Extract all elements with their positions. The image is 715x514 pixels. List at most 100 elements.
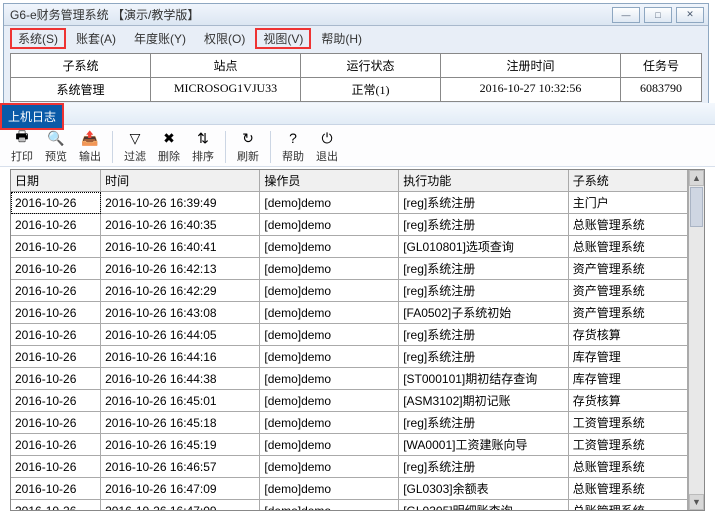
cell-func[interactable]: [reg]系统注册 bbox=[399, 280, 569, 302]
table-row[interactable]: 2016-10-262016-10-26 16:47:09[demo]demo[… bbox=[11, 478, 688, 500]
cell-func[interactable]: [reg]系统注册 bbox=[399, 456, 569, 478]
cell-date[interactable]: 2016-10-26 bbox=[11, 412, 101, 434]
cell-op[interactable]: [demo]demo bbox=[260, 280, 399, 302]
cell-sub[interactable]: 库存管理 bbox=[568, 346, 687, 368]
cell-time[interactable]: 2016-10-26 16:45:19 bbox=[101, 434, 260, 456]
table-row[interactable]: 2016-10-262016-10-26 16:44:38[demo]demo[… bbox=[11, 368, 688, 390]
scroll-thumb[interactable] bbox=[690, 187, 703, 227]
cell-sub[interactable]: 资产管理系统 bbox=[568, 302, 687, 324]
table-row[interactable]: 2016-10-262016-10-26 16:40:41[demo]demo[… bbox=[11, 236, 688, 258]
cell-date[interactable]: 2016-10-26 bbox=[11, 390, 101, 412]
cell-sub[interactable]: 工资管理系统 bbox=[568, 434, 687, 456]
table-row[interactable]: 2016-10-262016-10-26 16:42:13[demo]demo[… bbox=[11, 258, 688, 280]
cell-func[interactable]: [GL0303]余额表 bbox=[399, 478, 569, 500]
cell-op[interactable]: [demo]demo bbox=[260, 368, 399, 390]
cell-op[interactable]: [demo]demo bbox=[260, 412, 399, 434]
col-func[interactable]: 执行功能 bbox=[399, 170, 569, 192]
cell-time[interactable]: 2016-10-26 16:39:49 bbox=[101, 192, 260, 214]
maximize-button[interactable]: □ bbox=[644, 7, 672, 23]
cell-func[interactable]: [FA0502]子系统初始 bbox=[399, 302, 569, 324]
cell-time[interactable]: 2016-10-26 16:40:41 bbox=[101, 236, 260, 258]
sort-button[interactable]: ⇅排序 bbox=[187, 129, 219, 164]
table-row[interactable]: 2016-10-262016-10-26 16:47:09[demo]demo[… bbox=[11, 500, 688, 511]
cell-op[interactable]: [demo]demo bbox=[260, 478, 399, 500]
cell-date[interactable]: 2016-10-26 bbox=[11, 368, 101, 390]
scroll-up-icon[interactable]: ▲ bbox=[689, 170, 704, 186]
table-row[interactable]: 2016-10-262016-10-26 16:44:16[demo]demo[… bbox=[11, 346, 688, 368]
menu-view[interactable]: 视图(V) bbox=[255, 28, 311, 49]
cell-op[interactable]: [demo]demo bbox=[260, 192, 399, 214]
cell-func[interactable]: [reg]系统注册 bbox=[399, 346, 569, 368]
filter-button[interactable]: ▽过滤 bbox=[119, 129, 151, 164]
cell-date[interactable]: 2016-10-26 bbox=[11, 434, 101, 456]
cell-time[interactable]: 2016-10-26 16:40:35 bbox=[101, 214, 260, 236]
cell-sub[interactable]: 总账管理系统 bbox=[568, 500, 687, 511]
cell-date[interactable]: 2016-10-26 bbox=[11, 456, 101, 478]
cell-date[interactable]: 2016-10-26 bbox=[11, 214, 101, 236]
cell-date[interactable]: 2016-10-26 bbox=[11, 346, 101, 368]
output-button[interactable]: 📤输出 bbox=[74, 129, 106, 164]
cell-op[interactable]: [demo]demo bbox=[260, 390, 399, 412]
cell-sub[interactable]: 工资管理系统 bbox=[568, 412, 687, 434]
refresh-button[interactable]: ↻刷新 bbox=[232, 129, 264, 164]
delete-button[interactable]: ✖删除 bbox=[153, 129, 185, 164]
help-button[interactable]: ?帮助 bbox=[277, 129, 309, 164]
cell-func[interactable]: [reg]系统注册 bbox=[399, 258, 569, 280]
cell-func[interactable]: [reg]系统注册 bbox=[399, 412, 569, 434]
menu-account[interactable]: 账套(A) bbox=[68, 28, 124, 49]
cell-op[interactable]: [demo]demo bbox=[260, 214, 399, 236]
table-row[interactable]: 2016-10-262016-10-26 16:42:29[demo]demo[… bbox=[11, 280, 688, 302]
cell-op[interactable]: [demo]demo bbox=[260, 324, 399, 346]
cell-sub[interactable]: 总账管理系统 bbox=[568, 236, 687, 258]
cell-func[interactable]: [GL010801]选项查询 bbox=[399, 236, 569, 258]
cell-time[interactable]: 2016-10-26 16:42:13 bbox=[101, 258, 260, 280]
cell-op[interactable]: [demo]demo bbox=[260, 456, 399, 478]
table-row[interactable]: 2016-10-262016-10-26 16:45:19[demo]demo[… bbox=[11, 434, 688, 456]
cell-sub[interactable]: 资产管理系统 bbox=[568, 280, 687, 302]
cell-time[interactable]: 2016-10-26 16:46:57 bbox=[101, 456, 260, 478]
cell-date[interactable]: 2016-10-26 bbox=[11, 258, 101, 280]
cell-sub[interactable]: 总账管理系统 bbox=[568, 214, 687, 236]
cell-time[interactable]: 2016-10-26 16:44:38 bbox=[101, 368, 260, 390]
col-operator[interactable]: 操作员 bbox=[260, 170, 399, 192]
cell-func[interactable]: [ASM3102]期初记账 bbox=[399, 390, 569, 412]
cell-time[interactable]: 2016-10-26 16:45:18 bbox=[101, 412, 260, 434]
cell-date[interactable]: 2016-10-26 bbox=[11, 478, 101, 500]
preview-button[interactable]: 🔍预览 bbox=[40, 129, 72, 164]
minimize-button[interactable]: — bbox=[612, 7, 640, 23]
table-row[interactable]: 2016-10-262016-10-26 16:45:18[demo]demo[… bbox=[11, 412, 688, 434]
col-subsystem[interactable]: 子系统 bbox=[568, 170, 687, 192]
cell-func[interactable]: [reg]系统注册 bbox=[399, 324, 569, 346]
cell-date[interactable]: 2016-10-26 bbox=[11, 280, 101, 302]
cell-time[interactable]: 2016-10-26 16:44:05 bbox=[101, 324, 260, 346]
close-button[interactable]: ✕ bbox=[676, 7, 704, 23]
cell-op[interactable]: [demo]demo bbox=[260, 236, 399, 258]
col-date[interactable]: 日期 bbox=[11, 170, 101, 192]
cell-sub[interactable]: 存货核算 bbox=[568, 324, 687, 346]
cell-date[interactable]: 2016-10-26 bbox=[11, 192, 101, 214]
col-time[interactable]: 时间 bbox=[101, 170, 260, 192]
cell-sub[interactable]: 总账管理系统 bbox=[568, 478, 687, 500]
table-row[interactable]: 2016-10-262016-10-26 16:39:49[demo]demo[… bbox=[11, 192, 688, 214]
table-row[interactable]: 2016-10-262016-10-26 16:45:01[demo]demo[… bbox=[11, 390, 688, 412]
menu-help[interactable]: 帮助(H) bbox=[313, 28, 370, 49]
cell-op[interactable]: [demo]demo bbox=[260, 302, 399, 324]
cell-func[interactable]: [reg]系统注册 bbox=[399, 214, 569, 236]
cell-date[interactable]: 2016-10-26 bbox=[11, 500, 101, 511]
menu-perm[interactable]: 权限(O) bbox=[196, 28, 253, 49]
cell-sub[interactable]: 资产管理系统 bbox=[568, 258, 687, 280]
cell-sub[interactable]: 主门户 bbox=[568, 192, 687, 214]
cell-op[interactable]: [demo]demo bbox=[260, 346, 399, 368]
cell-sub[interactable]: 存货核算 bbox=[568, 390, 687, 412]
cell-time[interactable]: 2016-10-26 16:43:08 bbox=[101, 302, 260, 324]
cell-time[interactable]: 2016-10-26 16:47:09 bbox=[101, 478, 260, 500]
cell-time[interactable]: 2016-10-26 16:44:16 bbox=[101, 346, 260, 368]
cell-op[interactable]: [demo]demo bbox=[260, 258, 399, 280]
cell-date[interactable]: 2016-10-26 bbox=[11, 236, 101, 258]
scroll-down-icon[interactable]: ▼ bbox=[689, 494, 704, 510]
cell-time[interactable]: 2016-10-26 16:42:29 bbox=[101, 280, 260, 302]
cell-time[interactable]: 2016-10-26 16:47:09 bbox=[101, 500, 260, 511]
cell-func[interactable]: [ST000101]期初结存查询 bbox=[399, 368, 569, 390]
vertical-scrollbar[interactable]: ▲ ▼ bbox=[688, 170, 704, 510]
table-row[interactable]: 2016-10-262016-10-26 16:40:35[demo]demo[… bbox=[11, 214, 688, 236]
